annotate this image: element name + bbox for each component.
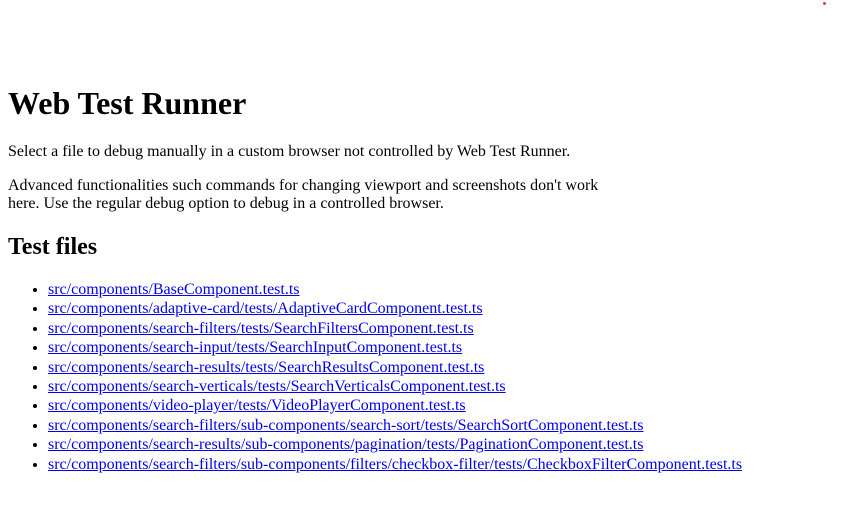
test-file-link[interactable]: src/components/video-player/tests/VideoP… (48, 397, 466, 414)
test-file-link[interactable]: src/components/search-input/tests/Search… (48, 339, 462, 356)
test-files-list: src/components/BaseComponent.test.ts src… (8, 280, 742, 474)
test-file-link[interactable]: src/components/search-filters/tests/Sear… (48, 320, 474, 337)
list-item: src/components/search-input/tests/Search… (48, 338, 742, 357)
list-item: src/components/BaseComponent.test.ts (48, 280, 742, 299)
page-title: Web Test Runner (8, 85, 247, 121)
test-file-link[interactable]: src/components/search-results/tests/Sear… (48, 359, 484, 376)
list-item: src/components/search-verticals/tests/Se… (48, 377, 742, 396)
list-item: src/components/search-filters/sub-compon… (48, 455, 742, 474)
list-item: src/components/search-results/tests/Sear… (48, 358, 742, 377)
list-item: src/components/search-filters/tests/Sear… (48, 319, 742, 338)
test-file-link[interactable]: src/components/search-results/sub-compon… (48, 436, 643, 453)
test-file-link[interactable]: src/components/search-verticals/tests/Se… (48, 378, 506, 395)
status-indicator-dot (823, 2, 826, 5)
list-item: src/components/adaptive-card/tests/Adapt… (48, 299, 742, 318)
test-file-link[interactable]: src/components/adaptive-card/tests/Adapt… (48, 300, 483, 317)
list-item: src/components/video-player/tests/VideoP… (48, 396, 742, 415)
list-item: src/components/search-results/sub-compon… (48, 435, 742, 454)
list-item: src/components/search-filters/sub-compon… (48, 416, 742, 435)
test-files-heading: Test files (8, 234, 98, 260)
test-file-link[interactable]: src/components/search-filters/sub-compon… (48, 456, 742, 473)
test-file-link[interactable]: src/components/BaseComponent.test.ts (48, 281, 300, 298)
intro-text: Select a file to debug manually in a cus… (8, 143, 571, 160)
note-text: Advanced functionalities such commands f… (8, 177, 599, 212)
page-content: Web Test Runner Select a file to debug m… (8, 64, 742, 490)
test-file-link[interactable]: src/components/search-filters/sub-compon… (48, 417, 643, 434)
